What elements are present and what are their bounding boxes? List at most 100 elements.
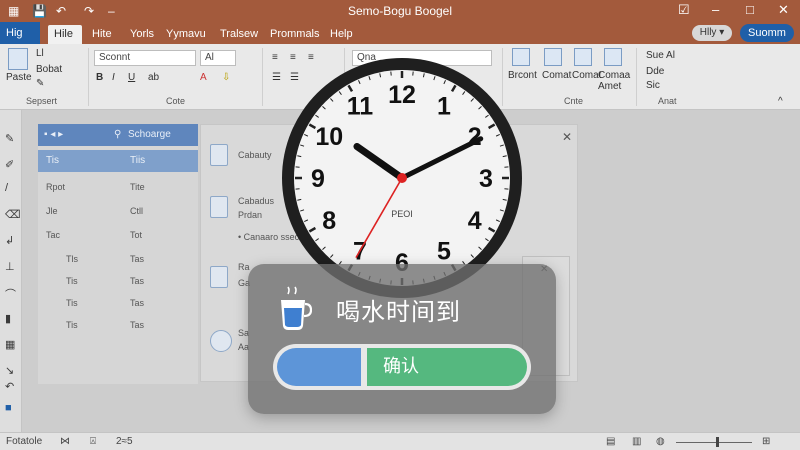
arrow-icon[interactable]: ↘: [5, 364, 14, 377]
underline-icon[interactable]: U: [128, 72, 135, 83]
list-item[interactable]: Tis: [66, 276, 78, 286]
list-item[interactable]: Rpot: [46, 182, 65, 192]
clock-center-cap: [397, 173, 407, 183]
tab-help[interactable]: Help: [324, 25, 359, 44]
task-item-title[interactable]: Cabauty: [238, 150, 272, 160]
style-icon[interactable]: [574, 48, 592, 66]
task-item-title[interactable]: Ra: [238, 262, 250, 272]
copy-button[interactable]: Bobat: [36, 64, 62, 75]
minimize-icon[interactable]: –: [712, 2, 719, 17]
tab-home[interactable]: Hile: [48, 25, 82, 44]
ribbon-separator: [262, 48, 263, 106]
zoom-slider-thumb[interactable]: [716, 437, 719, 447]
eraser-icon[interactable]: ⌫: [5, 208, 21, 221]
list-item-detail: Tas: [130, 276, 145, 286]
list-item[interactable]: Tis: [66, 320, 78, 330]
navigation-item-detail: Tiis: [130, 155, 146, 166]
share-dropdown-button[interactable]: Hlly ▾: [692, 25, 732, 41]
undo-stroke-icon[interactable]: ↶: [5, 380, 14, 393]
highlighter-icon[interactable]: /: [5, 182, 8, 194]
list-item-detail: Tite: [130, 182, 145, 192]
task-item-title[interactable]: Cabadus: [238, 196, 274, 206]
page-indicator[interactable]: Fotatole: [6, 436, 42, 447]
tab-layout[interactable]: Yymavu: [160, 25, 212, 44]
find-button[interactable]: Sue Al: [646, 50, 675, 61]
clock-small-icon: [210, 330, 232, 352]
list-item[interactable]: Tis: [66, 298, 78, 308]
font-name-box[interactable]: Sconnt: [94, 50, 196, 66]
ruler-icon[interactable]: ⊥: [5, 260, 15, 273]
lasso-icon[interactable]: ↲: [5, 234, 14, 247]
italic-icon[interactable]: I: [112, 72, 115, 83]
checkbox-icon[interactable]: ☑: [678, 2, 690, 18]
doc-icon: ▪ ◂ ▸: [44, 129, 64, 140]
tab-references[interactable]: Tralsew: [214, 25, 264, 44]
zoom-slider[interactable]: [676, 442, 752, 443]
grid-icon[interactable]: ▦: [5, 338, 15, 351]
font-size-box[interactable]: Al: [200, 50, 236, 66]
curve-icon[interactable]: ⌒: [5, 286, 16, 302]
clock-number: 8: [322, 207, 336, 235]
list-item-detail: Tas: [130, 320, 145, 330]
clock-number: 5: [437, 238, 451, 266]
clock-number: 1: [437, 92, 451, 120]
font-group-label: Cote: [166, 96, 186, 106]
list-item[interactable]: Tls: [66, 254, 78, 264]
tab-insert[interactable]: Hite: [86, 25, 118, 44]
clipboard-group-label: Sepsert: [26, 96, 58, 106]
marker-icon[interactable]: ▮: [5, 312, 11, 325]
paste-icon[interactable]: [8, 48, 28, 70]
document-icon: [210, 196, 228, 218]
collapse-ribbon-icon[interactable]: ^: [778, 96, 783, 107]
print-layout-icon[interactable]: ▥: [632, 436, 641, 447]
web-layout-icon[interactable]: ◍: [656, 436, 665, 447]
maximize-icon[interactable]: □: [746, 2, 754, 17]
tab-mailings[interactable]: Prommals: [264, 25, 326, 44]
select-button[interactable]: Sic: [646, 80, 660, 91]
style-icon[interactable]: [544, 48, 562, 66]
ribbon-tabs: Hig Hile Hite Yorls Yymavu Tralsew Promm…: [0, 22, 800, 44]
clock-number: 4: [468, 207, 482, 235]
list-item[interactable]: Tac: [46, 230, 60, 240]
pen-icon[interactable]: ✎: [5, 132, 14, 145]
highlight-icon[interactable]: ⇩: [222, 72, 230, 83]
navigation-pane-title: Schoarge: [128, 129, 171, 140]
cut-button[interactable]: Ll: [36, 48, 44, 59]
read-mode-icon[interactable]: ▤: [606, 436, 615, 447]
list-item[interactable]: Jle: [46, 206, 58, 216]
clock-brand: PEOI: [391, 209, 413, 219]
close-icon[interactable]: ✕: [778, 2, 789, 18]
paste-label[interactable]: Paste: [6, 72, 32, 83]
bold-icon[interactable]: B: [96, 72, 103, 83]
confirm-button[interactable]: 确认: [367, 348, 527, 386]
search-icon[interactable]: ⚲: [114, 129, 121, 140]
pencil-icon[interactable]: ✐: [5, 158, 14, 171]
strikethrough-icon[interactable]: ab: [148, 72, 159, 83]
style-item[interactable]: Comat: [542, 70, 571, 81]
document-icon: [210, 266, 228, 288]
account-button[interactable]: Suomm: [740, 24, 794, 42]
proofing-icon[interactable]: ⋈: [60, 436, 70, 447]
color-swatch-icon[interactable]: ■: [5, 402, 12, 414]
document-icon: [210, 144, 228, 166]
word-count[interactable]: 2≈5: [116, 436, 133, 447]
list-item-detail: Ctll: [130, 206, 143, 216]
list-item-detail: Tas: [130, 298, 145, 308]
clock-number: 9: [311, 165, 325, 193]
style-item[interactable]: Comaa Amet: [598, 70, 634, 92]
font-color-icon[interactable]: A: [200, 72, 207, 83]
tab-design[interactable]: Yorls: [124, 25, 160, 44]
snooze-button[interactable]: [277, 348, 361, 386]
style-icon[interactable]: [604, 48, 622, 66]
tab-file[interactable]: Hig: [0, 22, 40, 44]
language-icon[interactable]: ⍓: [90, 436, 96, 447]
navigation-pane: ▪ ◂ ▸ ⚲ Schoarge Tis Tiis Rpot Tite Jle …: [38, 124, 198, 384]
navigation-item-selected[interactable]: Tis Tiis: [38, 150, 198, 172]
format-painter-icon[interactable]: ✎: [36, 78, 44, 89]
zoom-in-icon[interactable]: ⊞: [762, 436, 770, 447]
close-icon[interactable]: ✕: [562, 130, 572, 144]
reminder-dialog: 喝水时间到 确认: [248, 264, 556, 414]
status-bar: Fotatole ⋈ ⍓ 2≈5 ▤ ▥ ◍ ⊞: [0, 432, 800, 450]
styles-group-label: Cnte: [564, 96, 584, 106]
replace-button[interactable]: Dde: [646, 66, 664, 77]
